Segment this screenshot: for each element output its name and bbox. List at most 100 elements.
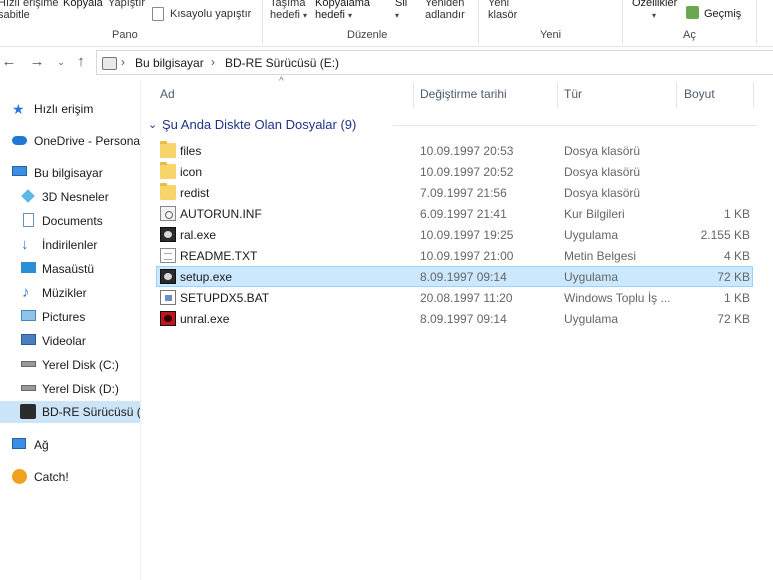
column-divider[interactable]: [676, 82, 677, 108]
column-header-name[interactable]: Ad: [160, 87, 175, 101]
sidebar-item-downloads[interactable]: ↓ İndirilenler: [0, 234, 140, 256]
properties-button[interactable]: Özellikler ▾: [632, 0, 677, 22]
history-button[interactable]: Geçmiş: [704, 8, 741, 20]
file-row-selected[interactable]: setup.exe 8.09.1997 09:14 Uygulama 72 KB: [156, 266, 753, 287]
sidebar-item-desktop[interactable]: Masaüstü: [0, 258, 140, 280]
video-icon: [21, 334, 36, 345]
file-name: icon: [180, 165, 203, 179]
collapse-chevron-icon[interactable]: ⌄: [148, 118, 157, 131]
text-file-icon: [160, 248, 176, 263]
rename-label-1: Yeniden: [425, 0, 465, 9]
column-divider[interactable]: [753, 82, 754, 108]
file-row[interactable]: README.TXT 10.09.1997 21:00 Metin Belges…: [156, 245, 753, 266]
file-row[interactable]: SETUPDX5.BAT 20.08.1997 11:20 Windows To…: [156, 287, 753, 308]
file-type: Windows Toplu İş ...: [564, 291, 671, 305]
sidebar-item-label: Catch!: [34, 470, 69, 484]
sidebar-item-onedrive[interactable]: OneDrive - Personal: [0, 130, 140, 152]
back-arrow-icon[interactable]: ←: [0, 53, 18, 71]
group-label-organize: Düzenle: [347, 29, 388, 41]
chevron-down-icon: ▾: [395, 11, 400, 20]
rename-button[interactable]: Yeniden adlandır: [425, 0, 465, 21]
copy-button[interactable]: Kopyala: [63, 0, 103, 9]
vertical-scrollbar[interactable]: [757, 80, 773, 580]
group-label-open: Aç: [683, 29, 696, 41]
column-header-date[interactable]: Değiştirme tarihi: [420, 87, 507, 101]
paste-button[interactable]: Yapıştır: [108, 0, 145, 9]
sidebar-item-drive-c[interactable]: Yerel Disk (C:): [0, 354, 140, 376]
sidebar-item-network[interactable]: Ağ: [0, 434, 140, 456]
group-label-pano: Pano: [112, 29, 138, 41]
move-to-button[interactable]: Taşıma hedefi ▾: [270, 0, 307, 22]
rename-label-2: adlandır: [425, 9, 465, 21]
file-row[interactable]: ral.exe 10.09.1997 19:25 Uygulama 2.155 …: [156, 224, 753, 245]
new-folder-button[interactable]: Yeni klasör: [488, 0, 517, 21]
sidebar-item-3d-objects[interactable]: 3D Nesneler: [0, 186, 140, 208]
ribbon-separator: [478, 0, 479, 44]
file-row[interactable]: icon 10.09.1997 20:52 Dosya klasörü: [156, 161, 753, 182]
file-name: redist: [180, 186, 210, 200]
chevron-right-icon[interactable]: ›: [121, 55, 125, 69]
up-arrow-icon[interactable]: ↑: [72, 53, 90, 71]
sidebar-item-videos[interactable]: Videolar: [0, 330, 140, 352]
folder-icon: [160, 141, 176, 158]
sidebar-item-drive-e[interactable]: BD-RE Sürücüsü (E: [0, 401, 140, 423]
sidebar-item-quick-access[interactable]: ★ Hızlı erişim: [0, 98, 140, 120]
breadcrumb-this-pc[interactable]: Bu bilgisayar: [135, 56, 204, 70]
sidebar-item-this-pc[interactable]: Bu bilgisayar: [0, 162, 140, 184]
file-name: files: [180, 144, 202, 158]
pane-divider[interactable]: [140, 80, 141, 580]
paste-shortcut-button[interactable]: Kısayolu yapıştır: [170, 8, 251, 20]
pin-quick-access-button[interactable]: Hızlı erişime sabitle: [0, 0, 59, 21]
file-date: 10.09.1997 19:25: [420, 228, 514, 242]
chevron-right-icon[interactable]: ›: [211, 55, 215, 69]
delete-button[interactable]: Sil ▾: [395, 0, 407, 22]
sidebar-item-label: Müzikler: [42, 286, 87, 300]
column-header-type[interactable]: Tür: [564, 87, 582, 101]
settings-file-icon: [160, 206, 176, 221]
app-icon: [160, 269, 176, 284]
file-row[interactable]: redist 7.09.1997 21:56 Dosya klasörü: [156, 182, 753, 203]
sort-caret-icon: ^: [279, 76, 284, 87]
group-header-line: [393, 125, 773, 126]
file-row[interactable]: files 10.09.1997 20:53 Dosya klasörü: [156, 140, 753, 161]
file-date: 6.09.1997 21:41: [420, 207, 507, 221]
ribbon-separator: [262, 0, 263, 44]
delete-label: Sil: [395, 0, 408, 9]
forward-arrow-icon[interactable]: →: [28, 53, 46, 71]
app-icon: [160, 227, 176, 242]
group-label-new: Yeni: [540, 29, 562, 41]
sidebar-item-pictures[interactable]: Pictures: [0, 306, 140, 328]
sidebar-item-label: Documents: [42, 214, 103, 228]
file-row[interactable]: AUTORUN.INF 6.09.1997 21:41 Kur Bilgiler…: [156, 203, 753, 224]
group-header[interactable]: Şu Anda Diskte Olan Dosyalar (9): [162, 117, 356, 132]
column-divider[interactable]: [413, 82, 414, 108]
sidebar-item-label: Hızlı erişim: [34, 102, 94, 116]
drive-icon: [21, 361, 36, 367]
breadcrumb-drive[interactable]: BD-RE Sürücüsü (E:): [225, 56, 339, 70]
recent-chevron-down-icon[interactable]: ⌄: [52, 53, 70, 71]
pictures-icon: [21, 310, 36, 321]
file-row[interactable]: unral.exe 8.09.1997 09:14 Uygulama 72 KB: [156, 308, 753, 329]
computer-icon: [12, 166, 27, 176]
music-icon: ♪: [22, 284, 30, 301]
file-size: 72 KB: [717, 270, 750, 284]
address-bar[interactable]: › Bu bilgisayar › BD-RE Sürücüsü (E:): [96, 50, 773, 75]
sidebar-item-label: OneDrive - Personal: [34, 134, 140, 148]
column-header-size[interactable]: Boyut: [684, 87, 715, 101]
copy-to-button[interactable]: Kopyalama hedefi ▾: [315, 0, 370, 22]
file-name: setup.exe: [180, 270, 233, 284]
sidebar-item-documents[interactable]: Documents: [0, 210, 140, 232]
file-name: README.TXT: [180, 249, 258, 263]
move-to-label-1: Taşıma: [270, 0, 306, 9]
disc-drive-icon: [102, 57, 117, 70]
file-name: ral.exe: [180, 228, 217, 242]
sidebar-item-music[interactable]: ♪ Müzikler: [0, 282, 140, 304]
file-type: Uygulama: [564, 312, 619, 326]
sidebar-item-catch[interactable]: Catch!: [0, 466, 140, 488]
navigation-pane: ★ Hızlı erişim OneDrive - Personal Bu bi…: [0, 80, 140, 580]
column-divider[interactable]: [557, 82, 558, 108]
file-size: 1 KB: [723, 207, 750, 221]
sidebar-item-label: İndirilenler: [42, 238, 98, 252]
paste-shortcut-icon: [152, 7, 164, 21]
sidebar-item-drive-d[interactable]: Yerel Disk (D:): [0, 378, 140, 400]
